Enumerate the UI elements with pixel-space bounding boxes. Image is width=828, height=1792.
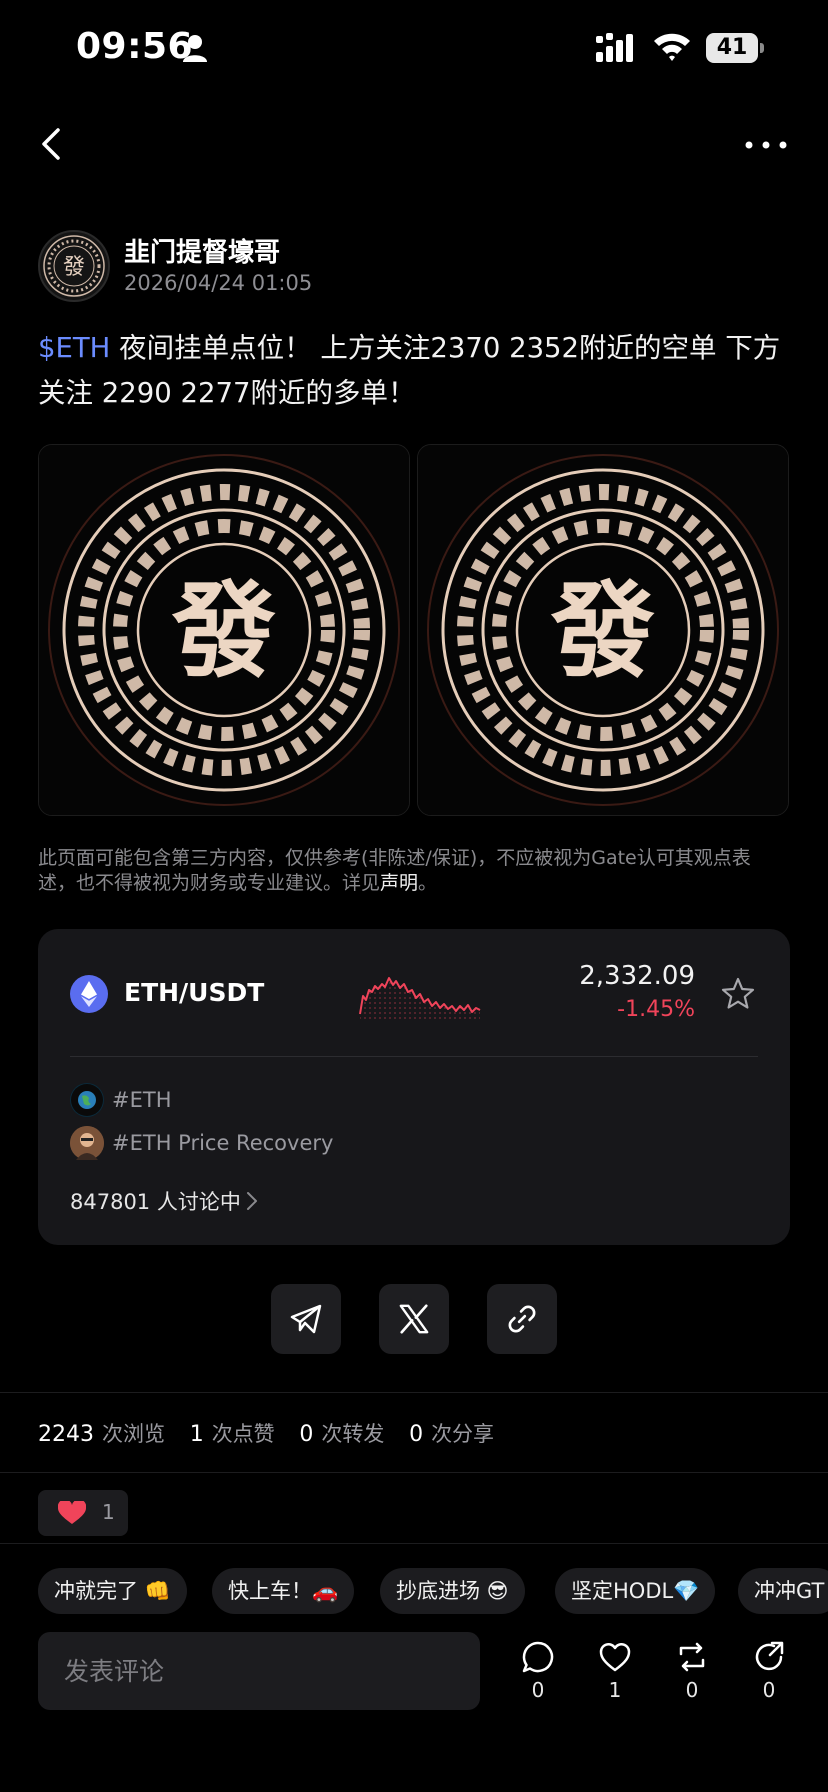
copy-link-button[interactable] [487,1284,557,1354]
topic-eth[interactable]: #ETH [112,1088,171,1112]
post-timestamp: 2026/04/24 01:05 [124,271,313,295]
quick-reply-chip[interactable]: 抄底进场 😎 [380,1568,525,1614]
battery-level: 41 [716,35,748,60]
battery-indicator: 41 [706,33,766,63]
post-stats: 2243 次浏览 1 次点赞 0 次转发 0 次分享 [38,1418,512,1448]
separator [0,1543,828,1544]
post-text: 夜间挂单点位！ 上方关注2370 2352附近的空单 下方关注 2290 227… [38,332,781,409]
eth-logo-icon [70,975,108,1013]
price-sparkline [359,977,481,1020]
topic-eth-price-recovery[interactable]: #ETH Price Recovery [112,1131,333,1155]
wifi-icon [654,33,690,61]
avatar-glyph: 發 [63,255,85,280]
cellular-signal-icon [596,33,633,62]
post-image-1[interactable]: 發 [38,444,410,816]
share-action-button[interactable]: 0 [744,1640,794,1702]
telegram-icon [290,1304,322,1334]
author-avatar[interactable]: 發 [38,230,110,302]
ticker-tag-link[interactable]: $ETH [38,332,110,364]
link-icon [508,1305,536,1333]
discussion-count-link[interactable]: 847801 人讨论中 [70,1186,241,1216]
post-image-2[interactable]: 發 [417,444,789,816]
quick-reply-chip[interactable]: 冲冲GT [738,1568,828,1614]
fortune-seal-image: 發 [39,445,409,815]
person-icon [183,35,207,62]
fortune-seal-image: 發 [418,445,788,815]
x-logo-icon [399,1304,429,1334]
reposts-label: 次转发 [321,1422,385,1446]
globe-topic-icon [70,1083,104,1117]
post-body: $ETH 夜间挂单点位！ 上方关注2370 2352附近的空单 下方关注 229… [38,326,790,416]
favorite-star-icon[interactable] [720,976,756,1012]
comment-bubble-icon [522,1641,554,1673]
quick-reply-chip[interactable]: 快上车！🚗 [212,1568,355,1614]
views-count: 2243 [38,1422,94,1447]
card-divider [70,1056,758,1057]
market-price: 2,332.09 [579,961,695,991]
disclaimer-end: 。 [418,872,438,894]
disclaimer-text: 此页面可能包含第三方内容，仅供参考(非陈述/保证)，不应被视为Gate认可其观点… [38,846,778,896]
likes-count: 1 [189,1422,204,1447]
repost-count: 0 [685,1678,699,1702]
comment-count: 0 [531,1678,545,1702]
views-label: 次浏览 [102,1422,165,1446]
quick-reply-chip[interactable]: 冲就完了 👊 [38,1568,187,1614]
like-action-button[interactable]: 1 [590,1640,640,1702]
heart-reaction-button[interactable]: 1 [38,1490,128,1536]
separator [0,1472,828,1473]
image-center-glyph: 發 [550,569,655,692]
like-count: 1 [608,1678,622,1702]
market-change: -1.45% [617,997,695,1022]
reposts-count: 0 [299,1422,314,1447]
share-arrow-icon [755,1641,784,1671]
share-x-button[interactable] [379,1284,449,1354]
shares-count: 0 [409,1422,424,1447]
heart-icon [58,1501,86,1524]
chevron-right-icon [247,1192,257,1210]
share-telegram-button[interactable] [271,1284,341,1354]
image-center-glyph: 發 [171,569,276,692]
comment-input[interactable] [38,1632,480,1710]
author-name[interactable]: 韭门提督壕哥 [124,232,280,269]
share-count: 0 [762,1678,776,1702]
fortune-seal-avatar-icon: 發 [43,235,105,297]
repost-action-button[interactable]: 0 [667,1640,717,1702]
likes-label: 次点赞 [211,1422,275,1446]
heart-outline-icon [599,1643,631,1672]
person-topic-icon [70,1126,104,1160]
repost-icon [679,1642,705,1672]
separator [0,1392,828,1393]
shares-label: 次分享 [431,1422,495,1446]
quick-reply-chip[interactable]: 坚定HODL💎 [555,1568,716,1614]
back-arrow-icon[interactable] [36,124,66,164]
disclaimer-statement-link[interactable]: 声明 [380,872,418,894]
status-time: 09:56 [76,26,194,67]
reaction-count: 1 [102,1500,115,1524]
market-pair[interactable]: ETH/USDT [124,978,264,1007]
more-options-icon[interactable] [744,138,788,152]
comment-action-button[interactable]: 0 [513,1640,563,1702]
